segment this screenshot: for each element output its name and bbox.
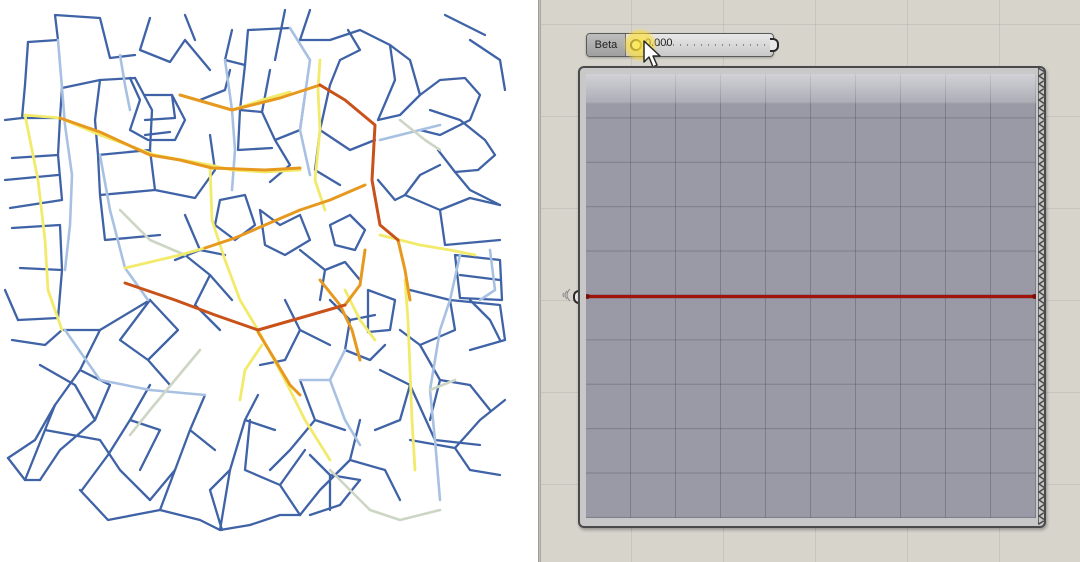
slider-output-grip[interactable]: [770, 38, 779, 52]
graph-curve-handle-left[interactable]: [586, 294, 590, 299]
graph-mapper-plot-area[interactable]: [586, 74, 1036, 518]
grasshopper-canvas[interactable]: Beta 0.000: [541, 0, 1080, 562]
slider-name-label: Beta: [587, 34, 626, 56]
street-network-drawing: [3, 8, 507, 532]
street-network-viewport[interactable]: [0, 0, 538, 562]
beta-number-slider[interactable]: Beta 0.000: [586, 33, 774, 57]
graph-output-edge: [1038, 67, 1047, 526]
street-segments-pale: [118, 118, 457, 522]
graph-mapper-component[interactable]: [578, 66, 1046, 528]
street-segments-top: [123, 83, 400, 332]
graph-curve-handle-right[interactable]: [1032, 294, 1036, 299]
graph-curve-line[interactable]: [586, 295, 1036, 298]
street-segments-minor: [3, 8, 507, 532]
